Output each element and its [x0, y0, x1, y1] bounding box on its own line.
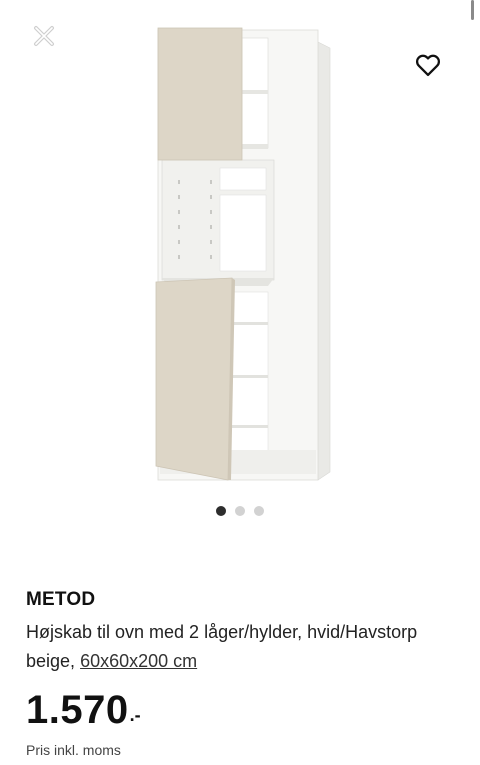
product-info: METOD Højskab til ovn med 2 låger/hylder… — [26, 588, 460, 758]
product-description-block: Højskab til ovn med 2 låger/hylder, hvid… — [26, 618, 460, 676]
carousel-dot-1[interactable] — [216, 506, 226, 516]
product-image[interactable] — [150, 20, 350, 490]
heart-icon — [415, 54, 441, 77]
close-button[interactable] — [30, 22, 58, 50]
carousel-dot-3[interactable] — [254, 506, 264, 516]
price: 1.570 .- — [26, 690, 460, 730]
carousel-dot-2[interactable] — [235, 506, 245, 516]
price-suffix: .- — [129, 705, 141, 725]
product-size-link[interactable]: 60x60x200 cm — [80, 651, 197, 671]
image-carousel-dots — [0, 506, 480, 516]
scroll-indicator[interactable] — [471, 0, 474, 20]
price-note: Pris inkl. moms — [26, 742, 121, 758]
close-icon — [34, 26, 54, 46]
product-brand: METOD — [26, 589, 96, 610]
price-value: 1.570 — [26, 688, 129, 732]
favourite-button[interactable] — [412, 50, 444, 80]
